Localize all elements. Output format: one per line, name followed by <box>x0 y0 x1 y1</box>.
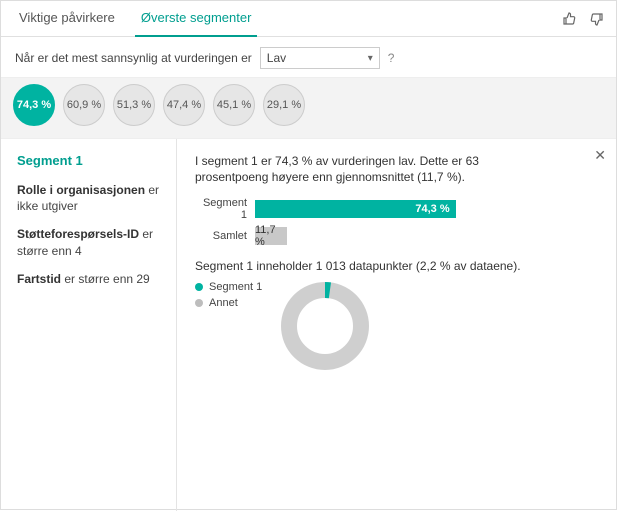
segment-detail-panel: ✕ I segment 1 er 74,3 % av vurderingen l… <box>176 139 616 511</box>
help-icon[interactable]: ? <box>388 51 395 65</box>
donut-legend: Segment 1 Annet <box>195 281 262 313</box>
bar-label-segment: Segment 1 <box>195 197 255 221</box>
segment-title: Segment 1 <box>17 153 164 168</box>
tabs: Viktige påvirkere Øverste segmenter <box>1 1 616 37</box>
bar-segment: 74,3 % <box>255 200 456 218</box>
segment-headline: I segment 1 er 74,3 % av vurderingen lav… <box>195 153 535 185</box>
segment-bubble-4[interactable]: 47,4 % <box>163 84 205 126</box>
legend-swatch-segment <box>195 283 203 291</box>
segment-rule-1: Rolle i organisasjonen er ikke utgiver <box>17 182 164 214</box>
segment-rules-panel: Segment 1 Rolle i organisasjonen er ikke… <box>1 139 176 511</box>
segment-countline: Segment 1 inneholder 1 013 datapunkter (… <box>195 259 600 273</box>
thumbs-up-icon[interactable] <box>562 11 578 27</box>
outcome-select[interactable]: Lav ▾ <box>260 47 380 69</box>
question-row: Når er det mest sannsynlig at vurderinge… <box>1 37 616 77</box>
question-prefix: Når er det mest sannsynlig at vurderinge… <box>15 51 252 65</box>
legend-swatch-other <box>195 299 203 307</box>
legend-label-other: Annet <box>209 297 238 309</box>
bar-chart: Segment 1 74,3 % Samlet 11,7 % <box>195 197 600 245</box>
thumbs-down-icon[interactable] <box>588 11 604 27</box>
chevron-down-icon: ▾ <box>368 53 373 64</box>
segment-rule-2: Støtteforespørsels-ID er større enn 4 <box>17 226 164 258</box>
close-icon[interactable]: ✕ <box>594 147 606 164</box>
outcome-selected: Lav <box>267 51 286 65</box>
segment-bubble-2[interactable]: 60,9 % <box>63 84 105 126</box>
tab-segments[interactable]: Øverste segmenter <box>135 1 258 37</box>
bar-overall: 11,7 % <box>255 227 287 245</box>
tab-influencers[interactable]: Viktige påvirkere <box>13 1 121 37</box>
bar-label-overall: Samlet <box>195 230 255 242</box>
legend-label-segment: Segment 1 <box>209 281 262 293</box>
feedback-controls <box>562 11 604 27</box>
segment-bubbles: 74,3 %60,9 %51,3 %47,4 %45,1 %29,1 % <box>1 77 616 139</box>
segment-bubble-1[interactable]: 74,3 % <box>13 84 55 126</box>
segment-bubble-5[interactable]: 45,1 % <box>213 84 255 126</box>
segment-bubble-3[interactable]: 51,3 % <box>113 84 155 126</box>
donut-chart <box>280 281 370 374</box>
segment-rule-3: Fartstid er større enn 29 <box>17 271 164 287</box>
segment-bubble-6[interactable]: 29,1 % <box>263 84 305 126</box>
